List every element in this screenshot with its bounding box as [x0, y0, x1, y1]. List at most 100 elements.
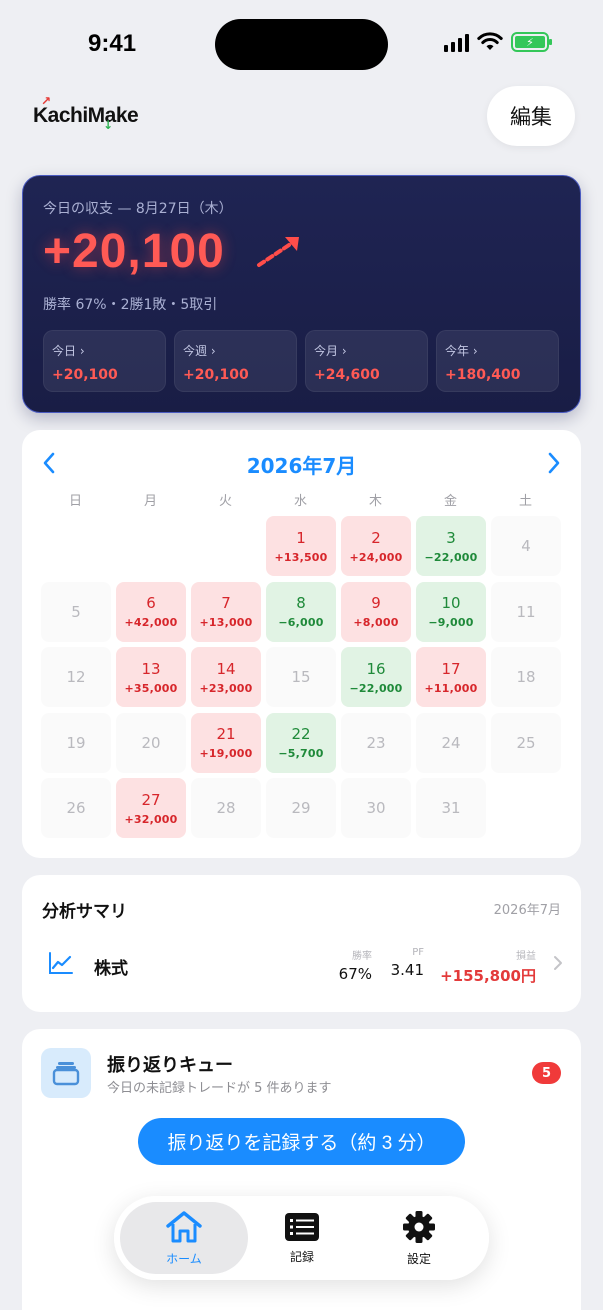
metric-label: 損益	[516, 951, 536, 962]
trend-up-arrow-icon	[257, 237, 299, 267]
day-number: 29	[291, 799, 311, 817]
summary-date: 今日の収支 — 8月27日（木）	[43, 201, 233, 217]
calendar-day[interactable]: 22 −5,700	[266, 712, 336, 773]
calendar-day[interactable]: 20	[116, 712, 186, 773]
day-number: 3	[446, 528, 456, 547]
calendar-day[interactable]: 28	[191, 778, 261, 838]
day-pnl: −9,000	[428, 616, 474, 629]
logo-down-arrow-icon: ↓	[103, 118, 114, 132]
tab-label: 記録	[289, 1249, 314, 1264]
weekday-label: 木	[368, 494, 382, 509]
day-number: 22	[291, 725, 311, 743]
calendar-day[interactable]: 9 +8,000	[341, 581, 411, 642]
app-logo: ↗ KachiMake ↓	[33, 94, 139, 136]
calendar-day[interactable]: 25	[491, 712, 561, 773]
calendar-day[interactable]: 12	[41, 647, 111, 707]
day-pnl: +24,000	[349, 550, 403, 564]
day-number: 11	[516, 602, 536, 621]
day-number: 31	[441, 799, 461, 817]
day-number: 16	[366, 659, 386, 678]
calendar-day[interactable]: 24	[416, 712, 486, 773]
calendar-day[interactable]: 29	[266, 778, 336, 838]
period-month[interactable]: 今月 › +24,600	[305, 330, 428, 392]
analysis-title: 分析サマリ	[42, 902, 127, 922]
metric-label: PF	[412, 947, 424, 958]
line-chart-icon	[49, 952, 73, 974]
calendar-day[interactable]: 15	[266, 647, 336, 707]
calendar-day[interactable]: 3 −22,000	[416, 516, 486, 576]
day-pnl: +13,500	[274, 550, 328, 564]
metric-value: 67%	[338, 965, 372, 983]
edit-button[interactable]: 編集	[487, 86, 575, 146]
day-number: 27	[141, 790, 161, 809]
day-number: 30	[366, 799, 386, 817]
day-pnl: +42,000	[124, 616, 178, 629]
calendar-day[interactable]: 14 +23,000	[191, 647, 261, 707]
day-number: 7	[221, 594, 231, 612]
day-pnl: +13,000	[199, 616, 253, 629]
day-number: 28	[216, 799, 236, 817]
status-icons: ⚡	[444, 32, 552, 52]
calendar-day[interactable]: 30	[341, 778, 411, 838]
period-year[interactable]: 今年 › +180,400	[436, 330, 559, 392]
period-label: 今日 ›	[52, 344, 85, 358]
day-number: 9	[371, 594, 381, 612]
chevron-right-icon	[554, 956, 562, 970]
period-summary-row: 今日 › +20,100 今週 › +20,100 今月 › +24,600 今…	[43, 330, 559, 392]
summary-amount: +20,100	[43, 225, 225, 278]
tab-settings[interactable]: 設定	[355, 1202, 483, 1274]
gear-icon	[403, 1210, 435, 1243]
summary-stats: 勝率 67%・2勝1敗・5取引	[43, 297, 218, 313]
weekday-label: 金	[443, 494, 457, 509]
calendar-day[interactable]: 1 +13,500	[266, 516, 336, 576]
day-number: 8	[296, 594, 306, 612]
calendar-day[interactable]: 8 −6,000	[266, 581, 336, 642]
weekday-label: 月	[143, 494, 157, 509]
list-icon	[285, 1212, 319, 1241]
calendar-day[interactable]: 11	[491, 581, 561, 642]
calendar-day[interactable]: 21 +19,000	[191, 712, 261, 773]
calendar-day[interactable]: 19	[41, 712, 111, 773]
calendar-blank-cell	[41, 516, 111, 576]
period-value: +20,100	[52, 367, 118, 383]
chevron-right-icon	[548, 452, 560, 474]
calendar-day[interactable]: 31	[416, 778, 486, 838]
next-month-button[interactable]	[539, 448, 569, 478]
calendar-day[interactable]: 23	[341, 712, 411, 773]
metric-value: +155,800円	[440, 967, 536, 985]
calendar-day[interactable]: 18	[491, 647, 561, 707]
day-number: 15	[291, 668, 311, 686]
day-pnl: +35,000	[124, 681, 178, 695]
period-value: +20,100	[183, 367, 249, 383]
calendar-blank-cell	[191, 516, 261, 576]
today-summary-card: 今日の収支 — 8月27日（木） +20,100 勝率 67%・2勝1敗・5取引…	[22, 175, 581, 413]
period-today[interactable]: 今日 › +20,100	[43, 330, 166, 392]
day-number: 24	[441, 733, 461, 752]
calendar-day[interactable]: 17 +11,000	[416, 647, 486, 707]
weekday-label: 土	[518, 494, 532, 509]
period-label: 今月 ›	[314, 344, 347, 358]
calendar-day[interactable]: 4	[491, 516, 561, 576]
day-number: 23	[366, 733, 386, 752]
calendar-day[interactable]: 5	[41, 581, 111, 642]
calendar-day[interactable]: 16 −22,000	[341, 647, 411, 707]
tab-home[interactable]: ホーム	[120, 1202, 248, 1274]
day-number: 10	[441, 594, 461, 612]
day-number: 19	[66, 733, 86, 752]
calendar-month-title: 2026年7月	[246, 454, 357, 478]
calendar-day[interactable]: 6 +42,000	[116, 581, 186, 642]
calendar-day[interactable]: 2 +24,000	[341, 516, 411, 576]
win-rate-metric: 勝率 67%	[339, 947, 372, 983]
calendar-day[interactable]: 27 +32,000	[116, 778, 186, 838]
status-time: 9:41	[88, 30, 137, 57]
record-review-button[interactable]: 振り返りを記録する（約 3 分）	[138, 1118, 465, 1165]
calendar-day[interactable]: 26	[41, 778, 111, 838]
day-pnl: −22,000	[424, 550, 478, 564]
period-week[interactable]: 今週 › +20,100	[174, 330, 297, 392]
pnl-metric: 損益 +155,800円	[440, 947, 536, 986]
calendar-day[interactable]: 10 −9,000	[416, 581, 486, 642]
calendar-day[interactable]: 13 +35,000	[116, 647, 186, 707]
tab-records[interactable]: 記録	[238, 1202, 366, 1274]
calendar-day[interactable]: 7 +13,000	[191, 581, 261, 642]
calendar-card: 2026年7月 日 月 火 水 木 金 土 1 +13,500 2 +24,000 3 −…	[22, 430, 581, 858]
